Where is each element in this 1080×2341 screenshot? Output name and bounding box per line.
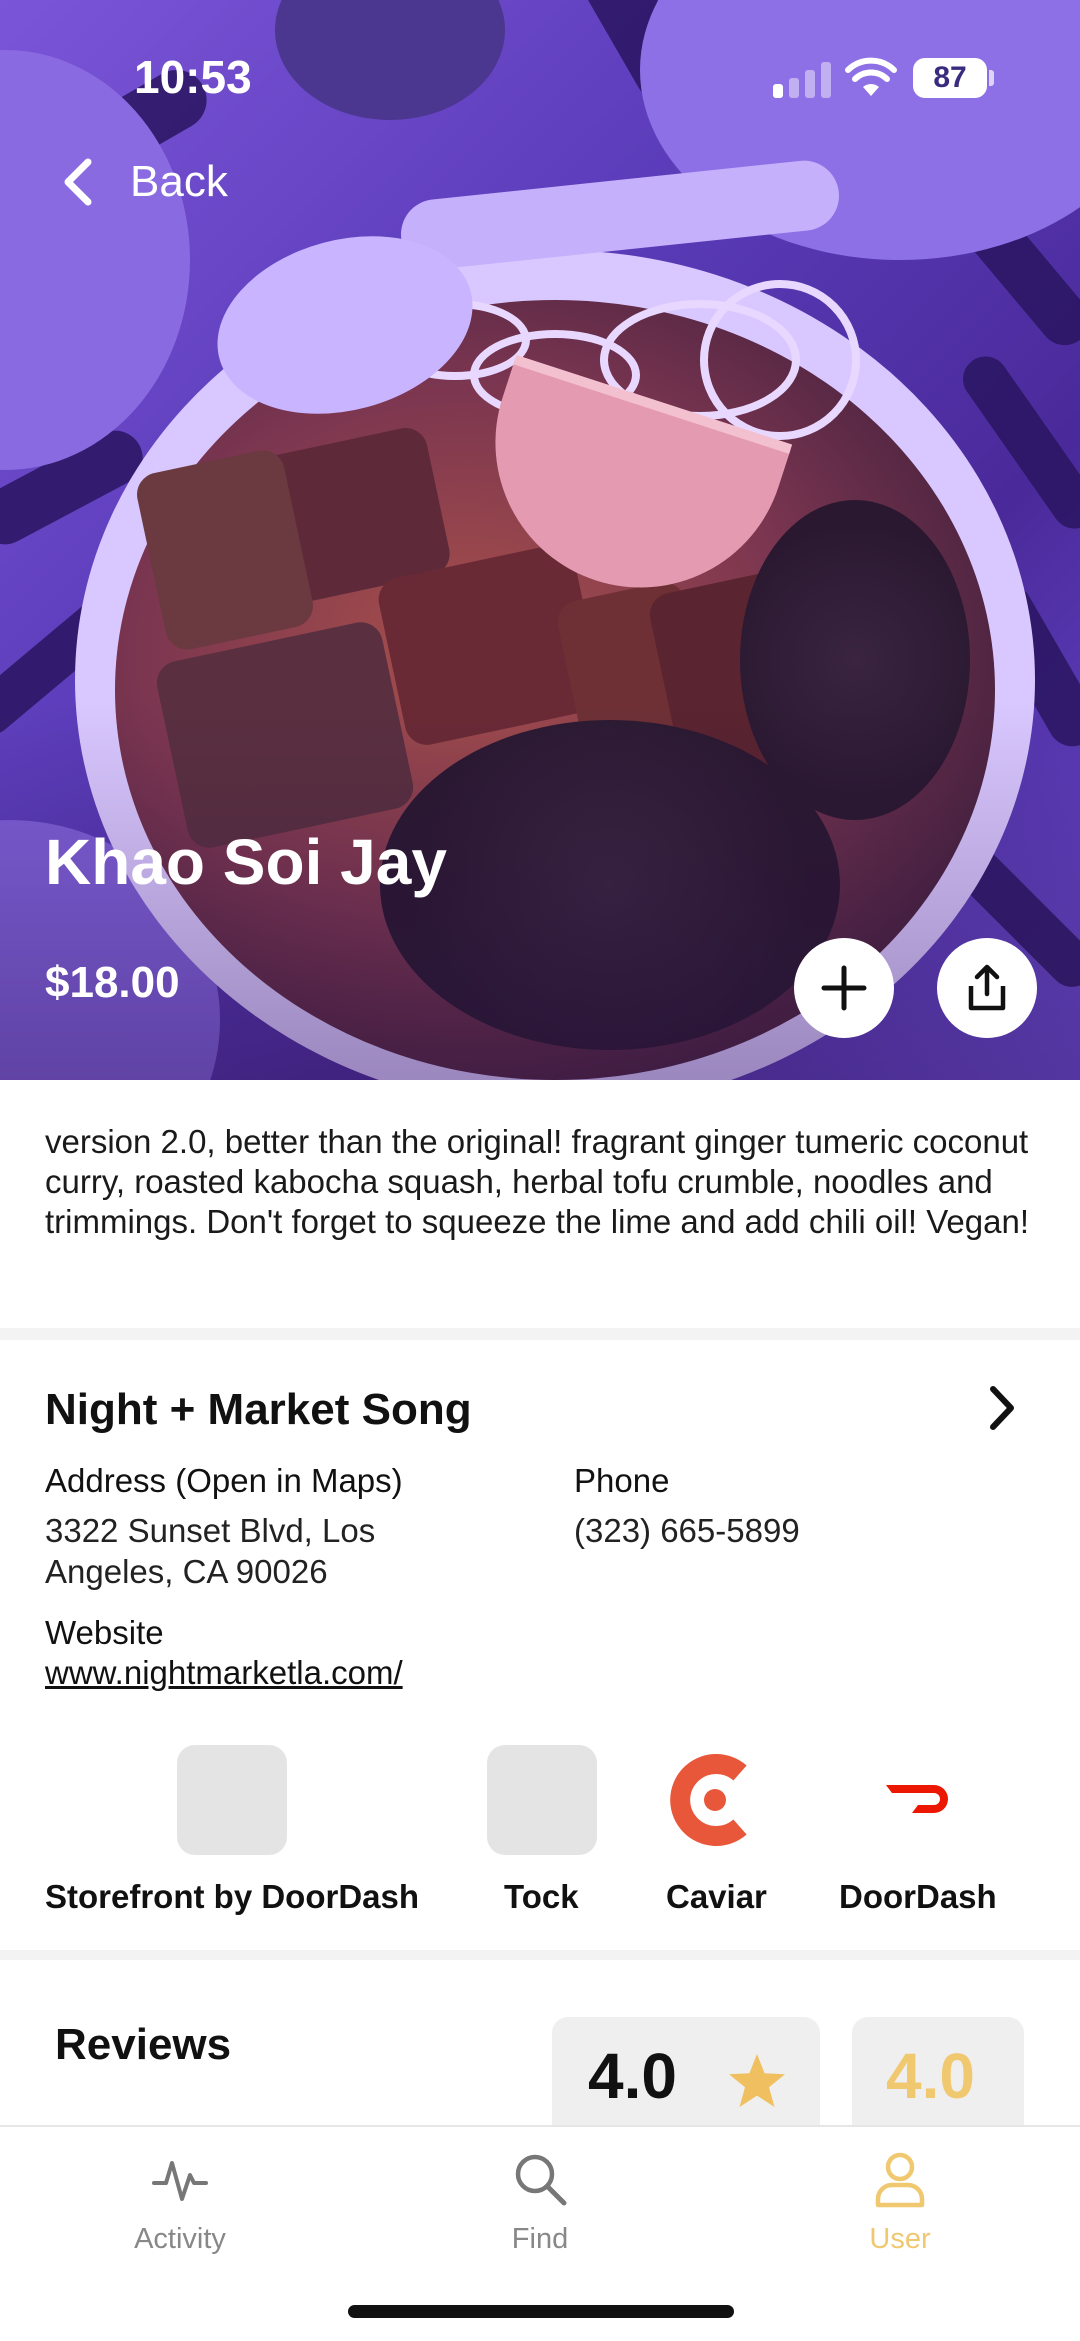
plus-icon [821,965,867,1011]
battery-tip [989,70,994,86]
add-button[interactable] [794,938,894,1038]
storefront-placeholder-icon [177,1745,287,1855]
wifi-icon [845,57,897,96]
service-label-storefront[interactable]: Storefront by DoorDash [45,1878,419,1916]
caviar-service-button[interactable] [660,1745,770,1860]
home-indicator[interactable] [348,2305,734,2318]
tab-activity[interactable]: Activity [80,2149,280,2256]
back-label: Back [130,157,228,206]
chevron-left-icon [64,158,92,206]
tab-user[interactable]: User [800,2149,1000,2256]
service-label-tock[interactable]: Tock [504,1878,579,1916]
status-time: 10:53 [134,51,252,103]
storefront-service-button[interactable] [177,1745,287,1855]
section-divider [0,1950,1080,1960]
tab-find[interactable]: Find [440,2149,640,2256]
activity-icon [152,2161,208,2201]
chevron-right-icon[interactable] [985,1383,1019,1433]
share-button[interactable] [937,938,1037,1038]
rating-value: 4.0 [588,2040,677,2112]
tock-service-button[interactable] [487,1745,597,1855]
tab-find-label: Find [511,2223,569,2255]
share-icon [968,964,1006,1011]
address-line-1[interactable]: 3322 Sunset Blvd, Los [45,1510,375,1551]
phone-label: Phone [574,1462,670,1499]
tab-user-label: User [869,2223,931,2255]
dish-price: $18.00 [45,958,180,1007]
doordash-service-button[interactable] [862,1745,972,1860]
section-divider [0,1328,1080,1340]
star-icon [729,2054,785,2107]
service-label-caviar[interactable]: Caviar [666,1878,767,1916]
dish-description: version 2.0, better than the original! f… [45,1123,1030,1240]
search-icon [515,2154,567,2206]
back-button[interactable]: Back [60,150,228,214]
address-line-2[interactable]: Angeles, CA 90026 [45,1551,328,1592]
caviar-logo-icon [670,1754,747,1846]
phone-number[interactable]: (323) 665-5899 [574,1510,800,1551]
website-link[interactable]: www.nightmarketla.com/ [45,1654,403,1692]
battery-indicator: 87 [913,58,987,98]
reviews-title: Reviews [55,2020,232,2069]
service-label-doordash[interactable]: DoorDash [839,1878,997,1916]
address-label[interactable]: Address (Open in Maps) [45,1462,403,1500]
restaurant-name[interactable]: Night + Market Song [45,1385,472,1435]
dish-title: Khao Soi Jay [45,826,447,898]
user-icon [875,2152,925,2208]
website-label: Website [45,1614,164,1651]
tock-placeholder-icon [487,1745,597,1855]
doordash-logo-icon [886,1785,948,1813]
cellular-signal-icon [773,62,831,98]
tab-activity-label: Activity [134,2223,226,2255]
rating-value-secondary: 4.0 [886,2040,975,2112]
